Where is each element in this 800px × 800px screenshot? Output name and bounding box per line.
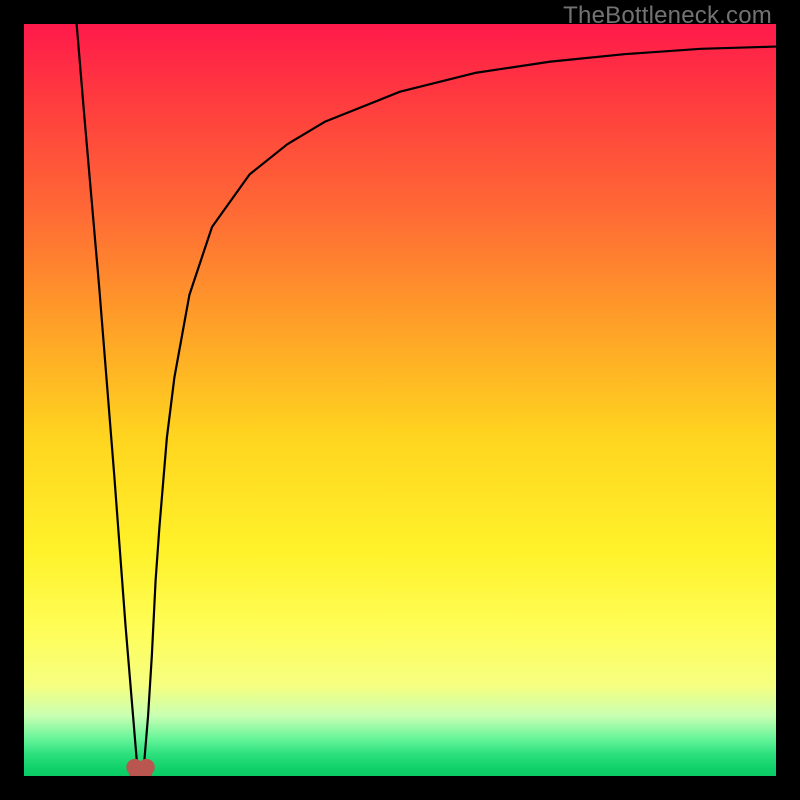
curve-svg: [24, 24, 776, 776]
minimum-marker: [126, 759, 154, 776]
bottleneck-curve: [77, 24, 776, 776]
plot-area: [24, 24, 776, 776]
chart-frame: TheBottleneck.com: [0, 0, 800, 800]
